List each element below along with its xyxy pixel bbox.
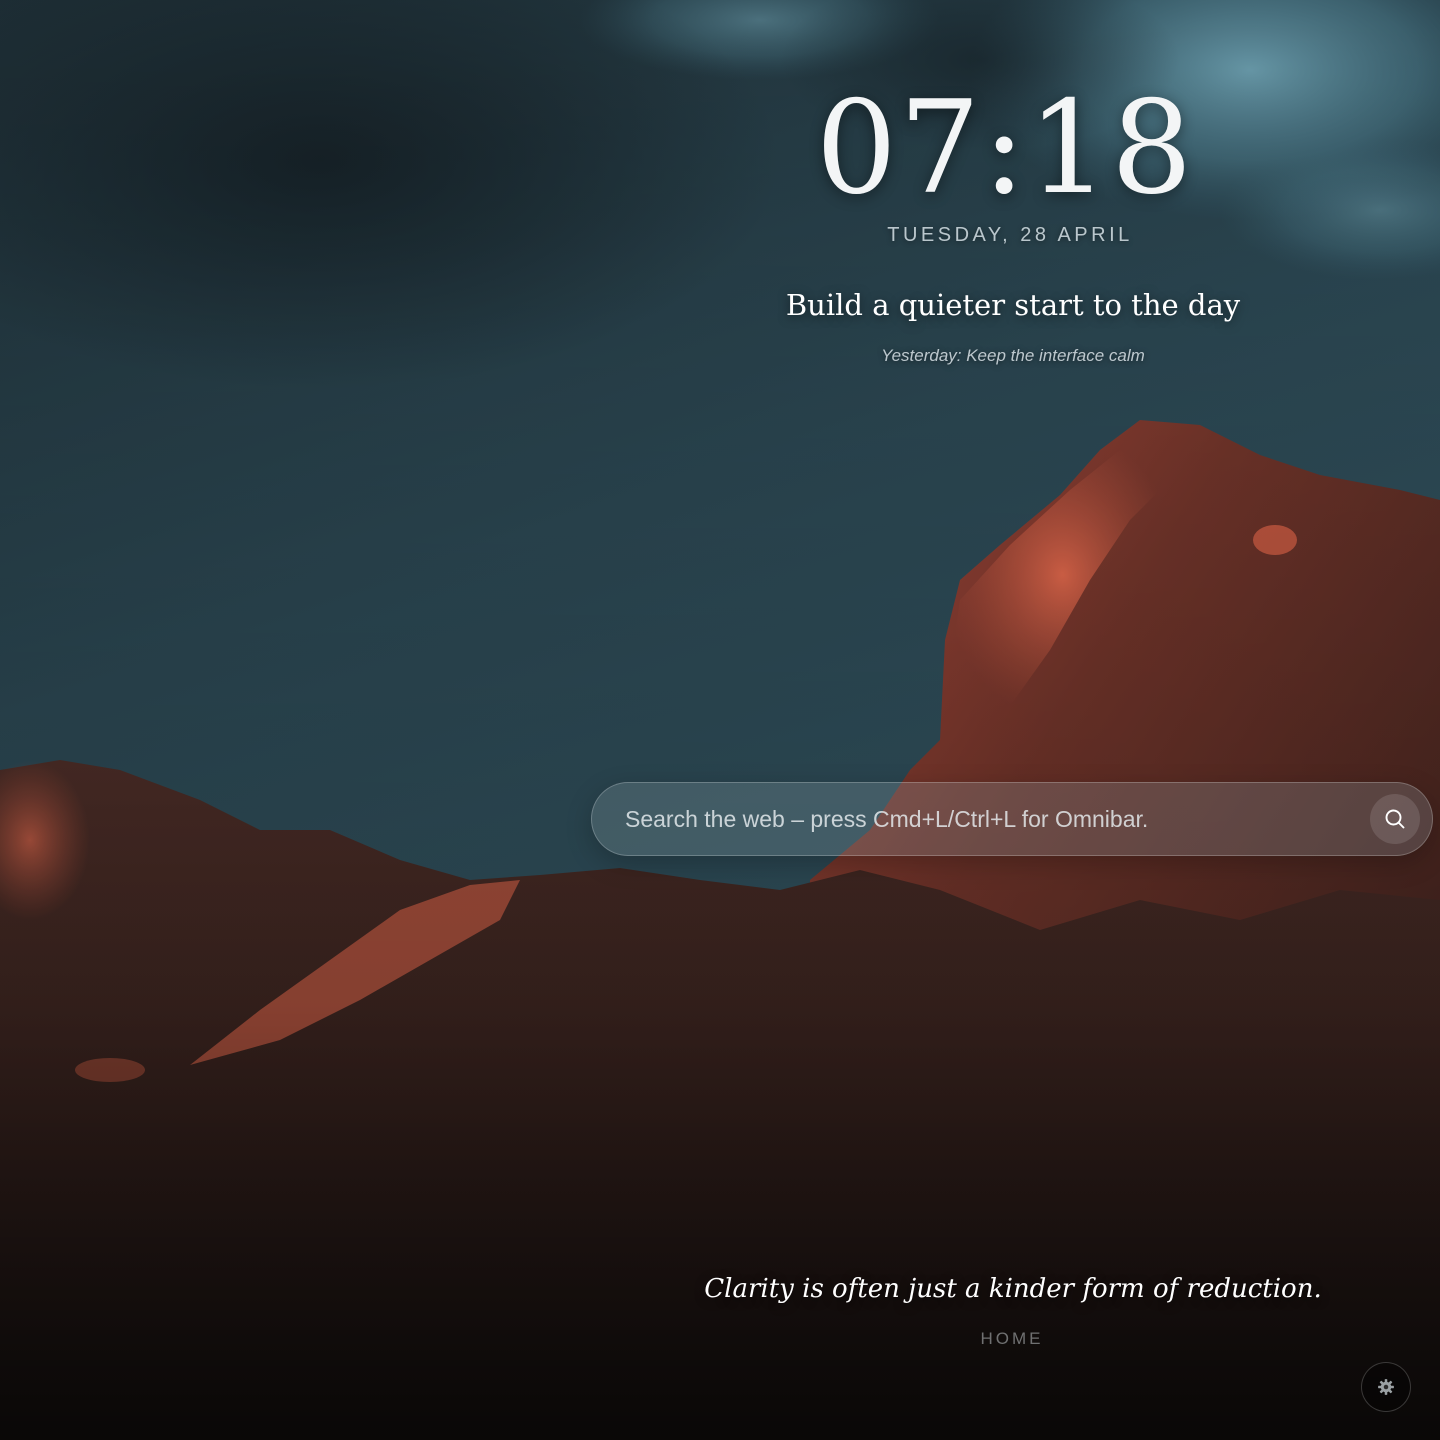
settings-button[interactable] xyxy=(1361,1362,1411,1412)
search-bar xyxy=(591,782,1433,856)
focus-title[interactable]: Build a quieter start to the day xyxy=(740,288,1286,322)
new-tab-page: 07:18 TUESDAY, 28 APRIL Build a quieter … xyxy=(0,0,1440,1440)
focus-yesterday: Yesterday: Keep the interface calm xyxy=(881,346,1145,365)
clock-date: TUESDAY, 28 APRIL xyxy=(887,224,1133,246)
gear-icon xyxy=(1378,1379,1394,1395)
search-icon xyxy=(1385,809,1405,829)
home-label[interactable]: HOME xyxy=(912,1329,1112,1349)
quote-text: Clarity is often just a kinder form of r… xyxy=(704,1274,1322,1304)
search-button[interactable] xyxy=(1370,794,1420,844)
clock-time: 07:18 xyxy=(815,74,1195,223)
search-input[interactable] xyxy=(592,783,1352,855)
